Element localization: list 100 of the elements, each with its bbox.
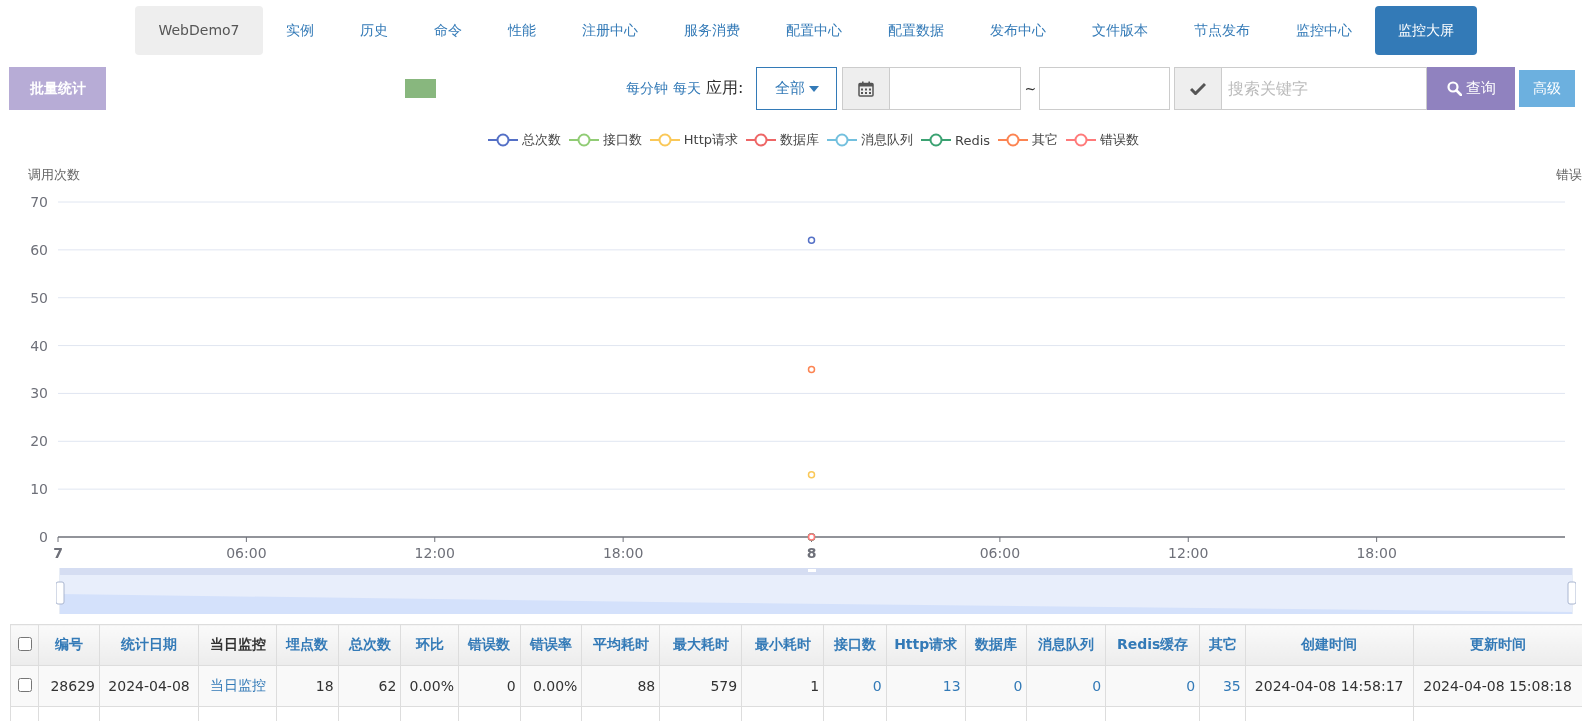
column-header[interactable]: 接口数 [823, 624, 887, 666]
table-cell: 1 [741, 665, 824, 707]
x-tick-label: 8 [806, 545, 817, 561]
date-separator: ~ [1023, 80, 1038, 97]
column-header[interactable]: 最小耗时 [741, 624, 824, 666]
end-date-field[interactable] [1039, 67, 1171, 110]
x-tick-label: 12:00 [1168, 545, 1209, 561]
table-link[interactable]: 0 [1105, 665, 1200, 707]
legend-item[interactable]: 其它 [998, 131, 1059, 149]
column-header[interactable]: 数据库 [965, 624, 1027, 666]
column-header[interactable]: 埋点数 [276, 624, 339, 666]
select-all-checkbox[interactable] [17, 636, 32, 651]
nav-tab[interactable]: 配置中心 [762, 6, 865, 55]
nav-tab[interactable]: 配置数据 [864, 6, 967, 55]
table-cell: 18 [276, 665, 339, 707]
table-link[interactable]: 13 [886, 665, 966, 707]
column-header[interactable]: 最大耗时 [659, 624, 742, 666]
table-link[interactable]: 0 [823, 665, 887, 707]
app-select[interactable]: 全部 [756, 67, 838, 110]
legend-item[interactable]: 总次数 [487, 131, 561, 149]
column-header[interactable]: 其它 [1199, 624, 1246, 666]
column-header[interactable]: 错误数 [458, 624, 521, 666]
y-axis-title: 调用次数 [28, 167, 80, 182]
nav-tab[interactable]: 历史 [336, 6, 411, 55]
nav-tab[interactable]: 注册中心 [558, 6, 661, 55]
period-link[interactable]: 每天 [673, 79, 701, 98]
table-cell: 62 [338, 665, 401, 707]
column-header[interactable]: 总次数 [338, 624, 401, 666]
table-link[interactable]: 35 [1199, 665, 1246, 707]
check-icon [1190, 82, 1207, 95]
check-addon[interactable] [1174, 67, 1223, 110]
advanced-button[interactable]: 高级 [1519, 70, 1576, 107]
column-header: 当日监控 [198, 624, 277, 666]
column-header[interactable]: 平均耗时 [581, 624, 660, 666]
data-point [807, 236, 816, 245]
legend-label: Http请求 [683, 131, 739, 149]
range-slider[interactable] [56, 568, 1576, 614]
legend-item[interactable]: Http请求 [649, 131, 739, 149]
calendar-addon[interactable] [842, 67, 891, 110]
legend-label: 数据库 [780, 131, 820, 149]
data-point [807, 365, 816, 374]
column-header[interactable]: Redis缓存 [1105, 624, 1200, 666]
nav-tab[interactable]: 性能 [484, 6, 559, 55]
nav-tab[interactable]: 文件版本 [1068, 6, 1171, 55]
y-tick-label: 60 [30, 241, 48, 258]
legend-label: 错误数 [1100, 131, 1140, 149]
legend-label: 消息队列 [861, 131, 914, 149]
table-cell: 579 [659, 665, 742, 707]
table-cell: 2024-04-08 14:58:17 [1245, 665, 1414, 707]
column-header[interactable]: 创建时间 [1245, 624, 1414, 666]
legend-label: 接口数 [602, 131, 642, 149]
table-cell: 0.00% [400, 665, 459, 707]
column-header[interactable]: 编号 [38, 624, 100, 666]
nav-tab[interactable]: 节点发布 [1170, 6, 1273, 55]
x-tick-label: 12:00 [414, 545, 455, 561]
y-tick-label: 70 [30, 194, 48, 210]
y-tick-label: 0 [39, 529, 48, 545]
nav-tab[interactable]: 命令 [410, 6, 485, 55]
app-label: 应用: [706, 78, 744, 99]
table-cell: 88 [581, 665, 660, 707]
table-cell: 0.00% [520, 665, 582, 707]
legend-label: Redis [955, 132, 991, 148]
column-header[interactable]: 消息队列 [1026, 624, 1106, 666]
table-cell: 2024-04-08 15:08:18 [1413, 665, 1582, 707]
column-header[interactable]: 错误率 [520, 624, 582, 666]
y-tick-label: 20 [30, 433, 48, 450]
nav-tab[interactable]: 监控中心 [1272, 6, 1375, 55]
x-tick-label: 06:00 [979, 545, 1021, 561]
column-header[interactable]: 统计日期 [99, 624, 199, 666]
search-icon [1446, 81, 1462, 96]
y-tick-label: 10 [30, 481, 48, 498]
nav-tab[interactable]: 实例 [262, 6, 337, 55]
y-tick-label: 40 [30, 337, 48, 354]
table-link[interactable]: 0 [965, 665, 1027, 707]
nav-tab[interactable]: 监控大屏 [1374, 6, 1477, 55]
legend-item[interactable]: 错误数 [1066, 131, 1140, 149]
nav-tab[interactable]: 服务消费 [660, 6, 763, 55]
y-tick-label: 50 [30, 289, 48, 306]
row-checkbox[interactable] [17, 677, 32, 692]
start-date-field[interactable] [890, 67, 1022, 110]
legend-item[interactable]: Redis [921, 132, 991, 148]
period-link[interactable]: 每分钟 [626, 79, 668, 98]
table-link[interactable]: 当日监控 [198, 665, 277, 707]
legend-label: 总次数 [521, 131, 561, 149]
legend-item[interactable]: 接口数 [568, 131, 642, 149]
table-link[interactable]: 0 [1026, 665, 1106, 707]
data-point [807, 471, 816, 479]
calendar-icon [858, 80, 875, 97]
x-tick-label: 18:00 [1356, 545, 1397, 561]
column-header[interactable]: 更新时间 [1413, 624, 1582, 666]
column-header[interactable]: 环比 [400, 624, 459, 666]
x-tick-label: 06:00 [226, 545, 267, 561]
nav-tab[interactable]: 发布中心 [966, 6, 1069, 55]
legend-item[interactable]: 数据库 [746, 131, 820, 149]
legend-item[interactable]: 消息队列 [827, 131, 914, 149]
query-button[interactable]: 查询 [1427, 67, 1516, 110]
column-header[interactable]: Http请求 [886, 624, 966, 666]
app-name-tab[interactable]: WebDemo7 [135, 6, 263, 55]
table-cell: 28629 [38, 665, 100, 707]
search-field[interactable]: 搜索关键字 [1222, 67, 1428, 110]
